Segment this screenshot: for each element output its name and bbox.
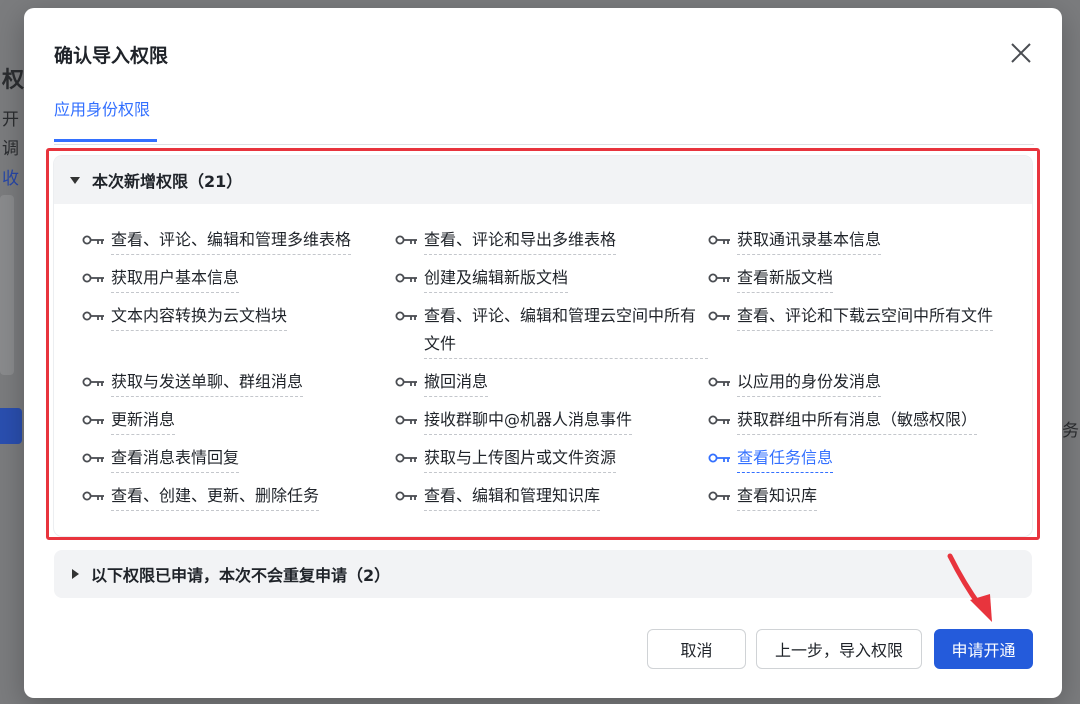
permission-item: 查看、评论和导出多维表格	[395, 226, 708, 255]
key-icon	[708, 226, 732, 254]
permission-item: 获取群组中所有消息（敏感权限）	[708, 406, 1002, 435]
key-icon	[395, 444, 419, 472]
permission-label: 接收群聊中@机器人消息事件	[424, 406, 633, 435]
key-icon	[395, 368, 419, 396]
close-button[interactable]	[1006, 38, 1036, 68]
cancel-button[interactable]: 取消	[647, 629, 746, 669]
key-icon	[82, 444, 106, 472]
permission-item: 文本内容转换为云文档块	[82, 302, 395, 359]
permission-item: 查看、创建、更新、删除任务	[82, 482, 395, 511]
permission-label: 获取通讯录基本信息	[737, 226, 882, 255]
key-icon	[395, 406, 419, 434]
applied-permissions-header[interactable]: 以下权限已申请，本次不会重复申请（2）	[54, 550, 1032, 598]
new-permissions-title: 本次新增权限（21）	[92, 172, 243, 191]
key-icon	[708, 406, 732, 434]
permission-label: 查看新版文档	[737, 264, 834, 293]
apply-button[interactable]: 申请开通	[934, 629, 1033, 669]
permission-item: 接收群聊中@机器人消息事件	[395, 406, 708, 435]
permission-item[interactable]: 查看任务信息	[708, 444, 1002, 473]
permission-label: 查看、评论和导出多维表格	[424, 226, 617, 255]
close-icon	[1011, 43, 1031, 63]
permission-label: 获取群组中所有消息（敏感权限）	[737, 406, 978, 435]
background-card	[0, 195, 14, 375]
applied-permissions-title: 以下权限已申请，本次不会重复申请（2）	[91, 566, 391, 585]
permission-item: 获取与发送单聊、群组消息	[82, 368, 395, 397]
permission-label: 文本内容转换为云文档块	[111, 302, 288, 331]
key-icon	[82, 482, 106, 510]
key-icon	[82, 368, 106, 396]
permission-label: 获取与发送单聊、群组消息	[111, 368, 304, 397]
permission-label: 创建及编辑新版文档	[424, 264, 569, 293]
background-link: 收	[2, 169, 19, 189]
previous-step-button[interactable]: 上一步，导入权限	[756, 629, 922, 669]
background-button	[0, 408, 22, 444]
key-icon	[708, 368, 732, 396]
permission-item: 查看、编辑和管理知识库	[395, 482, 708, 511]
caret-down-icon	[70, 176, 80, 184]
key-icon	[395, 264, 419, 292]
permission-label: 获取与上传图片或文件资源	[424, 444, 617, 473]
permission-label: 查看、创建、更新、删除任务	[111, 482, 320, 511]
permission-item: 撤回消息	[395, 368, 708, 397]
tab-app-identity-permissions[interactable]: 应用身份权限	[54, 96, 157, 142]
permission-item: 查看新版文档	[708, 264, 1002, 293]
permission-label: 撤回消息	[424, 368, 489, 397]
permission-list: 查看、评论、编辑和管理多维表格 查看、评论和导出多维表格 获取通讯录基本信息获取用户…	[82, 226, 1002, 511]
permission-label: 查看、编辑和管理知识库	[424, 482, 601, 511]
permission-item: 查看、评论、编辑和管理云空间中所有文件	[395, 302, 708, 359]
key-icon	[395, 482, 419, 510]
key-icon	[708, 482, 732, 510]
permission-item: 查看、评论、编辑和管理多维表格	[82, 226, 395, 255]
new-permissions-header[interactable]: 本次新增权限（21）	[54, 156, 1032, 204]
permission-item: 查看知识库	[708, 482, 1002, 511]
background-line: 调	[2, 139, 19, 159]
permission-item: 创建及编辑新版文档	[395, 264, 708, 293]
permission-label: 查看、评论、编辑和管理多维表格	[111, 226, 352, 255]
key-icon	[82, 264, 106, 292]
permission-item: 查看消息表情回复	[82, 444, 395, 473]
dialog-title: 确认导入权限	[54, 45, 169, 67]
key-icon	[82, 302, 106, 330]
permission-item: 以应用的身份发消息	[708, 368, 1002, 397]
permission-item: 获取通讯录基本信息	[708, 226, 1002, 255]
caret-right-icon	[72, 569, 79, 579]
permission-label: 以应用的身份发消息	[737, 368, 882, 397]
permission-label: 更新消息	[111, 406, 176, 435]
permission-label: 查看、评论和下载云空间中所有文件	[737, 302, 994, 331]
background-line: 开	[2, 110, 19, 130]
permission-label[interactable]: 查看任务信息	[737, 444, 834, 473]
key-icon	[708, 444, 732, 472]
permission-item: 更新消息	[82, 406, 395, 435]
permission-item: 获取用户基本信息	[82, 264, 395, 293]
tab-bar: 应用身份权限	[54, 96, 1034, 145]
permission-label: 查看、评论、编辑和管理云空间中所有文件	[424, 302, 708, 359]
background-heading: 权	[2, 68, 25, 93]
background-fragment: 务	[1062, 421, 1079, 441]
key-icon	[395, 302, 419, 330]
permission-label: 获取用户基本信息	[111, 264, 240, 293]
permission-label: 查看知识库	[737, 482, 818, 511]
permission-label: 查看消息表情回复	[111, 444, 240, 473]
key-icon	[708, 302, 732, 330]
permission-item: 查看、评论和下载云空间中所有文件	[708, 302, 1002, 359]
key-icon	[82, 406, 106, 434]
new-permissions-panel: 本次新增权限（21） 查看、评论、编辑和管理多维表格 查看、评论和导出多维表格 获取…	[54, 156, 1032, 536]
confirm-import-dialog: 确认导入权限 应用身份权限 本次新增权限（21） 查看、评论、编辑和管理多维表格…	[24, 8, 1062, 698]
key-icon	[82, 226, 106, 254]
key-icon	[395, 226, 419, 254]
key-icon	[708, 264, 732, 292]
permission-item: 获取与上传图片或文件资源	[395, 444, 708, 473]
